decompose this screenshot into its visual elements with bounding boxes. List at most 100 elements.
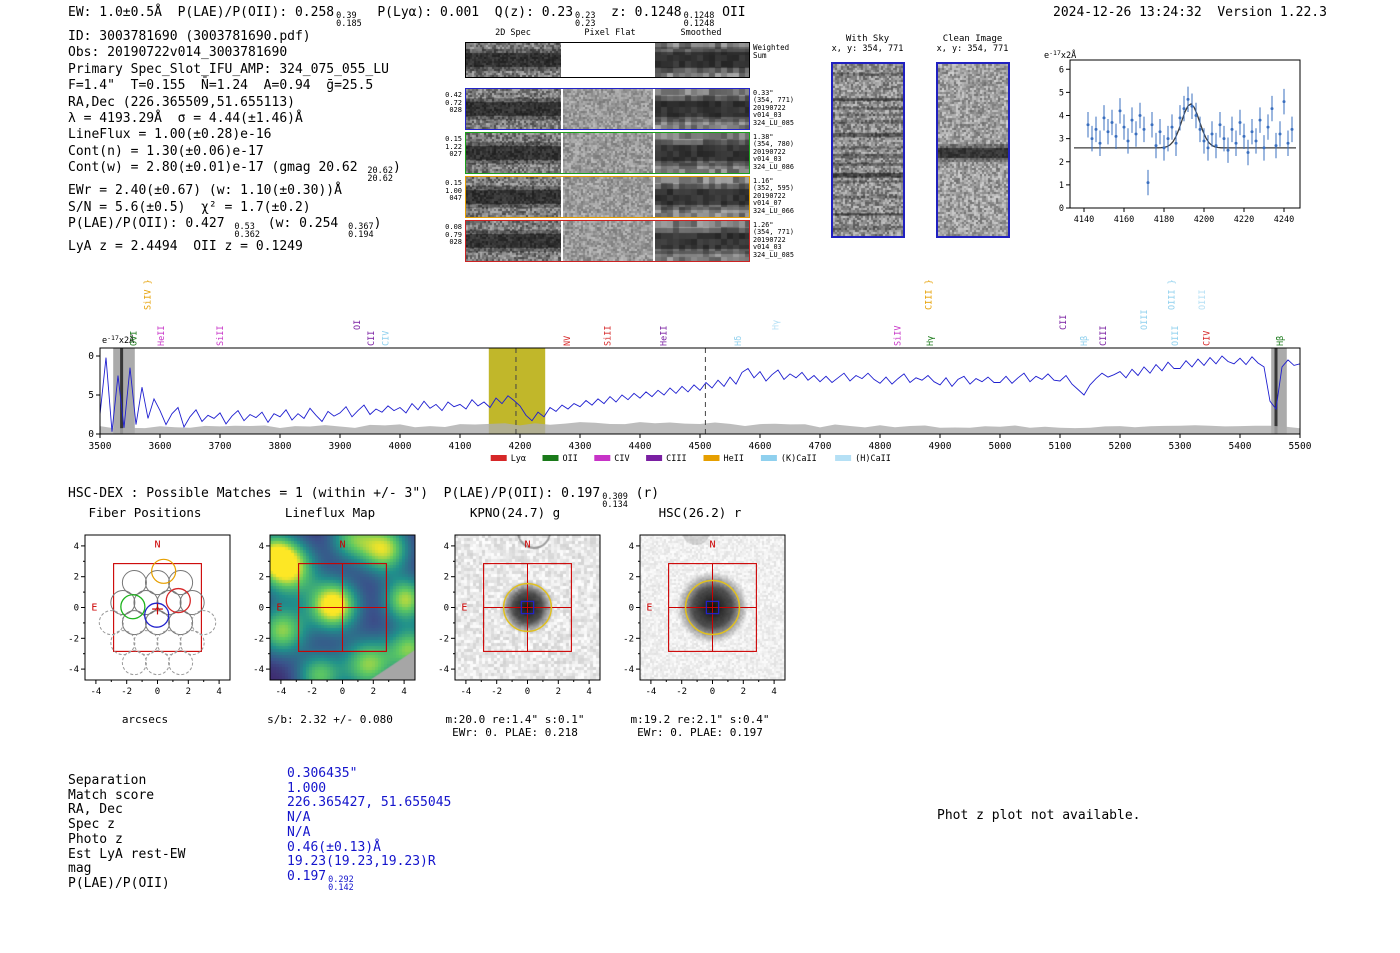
data-point: [1275, 144, 1278, 147]
info-line: 324_LU_085: [753, 252, 794, 259]
data-point: [1159, 130, 1162, 133]
spec2d-exposure-row: [465, 132, 750, 174]
legend-swatch: [646, 455, 662, 461]
data-point: [1219, 123, 1222, 126]
spec2d-smooth-canvas: [655, 133, 749, 173]
y-tick-label: 2: [629, 573, 634, 583]
fiber-circle-red: [166, 589, 190, 613]
y-tick-label: 6: [1059, 65, 1064, 75]
spec2d-exposure-row: [465, 220, 750, 262]
y-tick-label: -4: [253, 665, 264, 675]
timestamp-version: 2024-12-26 13:24:32 Version 1.22.3: [1053, 5, 1327, 21]
match-row-value: 0.1970.2920.142: [287, 869, 354, 892]
stacked-fraction: 0.390.185: [334, 12, 362, 28]
fiber-xlabel: arcsecs: [50, 713, 240, 726]
east-label: E: [91, 603, 97, 614]
header-summary-line: EW: 1.0±0.5Å P(LAE)/P(OII): 0.2580.390.1…: [68, 5, 746, 28]
spectrum-line: [100, 356, 1300, 432]
emission-line-label: Hβ: [1276, 336, 1286, 346]
spec2d-panel: 2D SpecPixel FlatSmoothedWeightedSum0.42…: [465, 28, 835, 263]
emission-line-label: OIII: [1140, 310, 1150, 330]
data-point: [1095, 128, 1098, 131]
y-tick-label: 2: [259, 573, 264, 583]
fiber-circle-dashed: [169, 651, 193, 675]
legend-label: (H)CaII: [855, 454, 891, 464]
data-point: [1167, 137, 1170, 140]
spec2d-smooth-canvas: [655, 221, 749, 261]
info-line-4: RA,Dec (226.365509,51.655113): [68, 95, 401, 111]
fiber-circle-dashed: [192, 611, 216, 635]
data-point: [1135, 133, 1138, 136]
unit-superscript: -17: [107, 334, 119, 342]
x-tick-label: 5000: [989, 441, 1012, 452]
data-point: [1091, 137, 1094, 140]
east-label: E: [646, 603, 652, 614]
info-line-7: Cont(n) = 1.30(±0.06)e-17: [68, 144, 401, 160]
x-tick-label: 4220: [1234, 215, 1254, 225]
data-point: [1267, 126, 1270, 129]
y-tick-label: -2: [623, 634, 634, 644]
stacked-fraction: 0.12480.1248: [682, 12, 715, 28]
data-point: [1179, 116, 1182, 119]
data-point: [1175, 142, 1178, 145]
x-tick-label: 0: [155, 687, 160, 697]
data-point: [1143, 128, 1146, 131]
data-point: [1123, 126, 1126, 129]
hsc-title: HSC(26.2) r: [605, 505, 795, 520]
emission-line-label: SiII: [604, 326, 614, 346]
data-point: [1087, 123, 1090, 126]
data-point: [1139, 114, 1142, 117]
y-tick-label: 2: [1059, 158, 1064, 168]
info-line-5: λ = 4193.29Å σ = 4.44(±1.46)Å: [68, 111, 401, 127]
legend-swatch: [594, 455, 610, 461]
y-tick-label: 4: [629, 542, 634, 552]
legend-swatch: [835, 455, 851, 461]
emission-line-label: CIV: [382, 331, 392, 346]
sky-panel-xy: x, y: 354, 771: [820, 44, 915, 54]
fiber-title: Fiber Positions: [50, 505, 240, 520]
dark-mask-line: [120, 348, 123, 434]
spec2d-smooth-canvas: [655, 43, 749, 77]
x-tick-label: 0: [525, 687, 530, 697]
data-point: [1099, 142, 1102, 145]
spec2d-spec-canvas: [466, 43, 561, 77]
zoom-plot-frame: [1070, 60, 1300, 208]
data-point: [1187, 98, 1190, 101]
spec2d-row-right-info: 1.26"(354, 771)20190722v014_03324_LU_085: [753, 222, 794, 259]
data-point: [1231, 128, 1234, 131]
legend-label: Lyα: [511, 454, 526, 464]
info-line: 324_LU_086: [753, 164, 794, 171]
hsc-panel: HSC(26.2) r-4-4-2-2002244NEm:19.2 re:2.1…: [605, 505, 795, 733]
sky-panel-xy: x, y: 354, 771: [925, 44, 1020, 54]
emission-line-label: Hβ: [1080, 336, 1090, 346]
match-row-value: 226.365427, 51.655045: [287, 795, 451, 811]
photz-note: Phot z plot not available.: [937, 808, 1141, 824]
x-tick-label: 5400: [1229, 441, 1252, 452]
legend-label: (K)CaII: [781, 454, 817, 464]
x-tick-label: 5200: [1109, 441, 1132, 452]
spec2d-exposure-row: [465, 88, 750, 130]
kpno-plot-svg: -4-4-2-2002244NE: [420, 523, 610, 713]
spec2d-col-title: Smoothed: [656, 28, 746, 38]
info-line-8: Cont(w) = 2.80(±0.01)e-17 (gmag 20.62 20…: [68, 160, 401, 183]
info-line-11: P(LAE)/P(OII): 0.427 0.530.362 (w: 0.254…: [68, 216, 401, 239]
data-point: [1111, 121, 1114, 124]
emission-line-label: CIII }: [925, 279, 935, 310]
x-tick-label: -4: [90, 687, 101, 697]
x-tick-label: 5500: [1289, 441, 1312, 452]
lineflux-title: Lineflux Map: [235, 505, 425, 520]
legend-swatch: [491, 455, 507, 461]
withsky-canvas: [833, 64, 903, 236]
lineflux-panel: Lineflux Map-4-4-2-2002244NEs/b: 2.32 +/…: [235, 505, 425, 733]
emission-line-label: CII: [1059, 315, 1069, 330]
full-spectrum-plot: 0510350036003700380039004000410042004300…: [88, 262, 1313, 476]
data-point: [1251, 130, 1254, 133]
info-line: 324_LU_066: [753, 208, 794, 215]
spec2d-row-right-info: 1.16"(352, 595)20190722v014_07324_LU_066: [753, 178, 794, 215]
legend-swatch: [761, 455, 777, 461]
emission-line-label: SiIV: [893, 326, 903, 346]
y-tick-label: 2: [74, 573, 79, 583]
x-tick-label: 3900: [329, 441, 352, 452]
x-tick-label: 0: [340, 687, 345, 697]
spec2d-flat-canvas: [563, 89, 653, 129]
